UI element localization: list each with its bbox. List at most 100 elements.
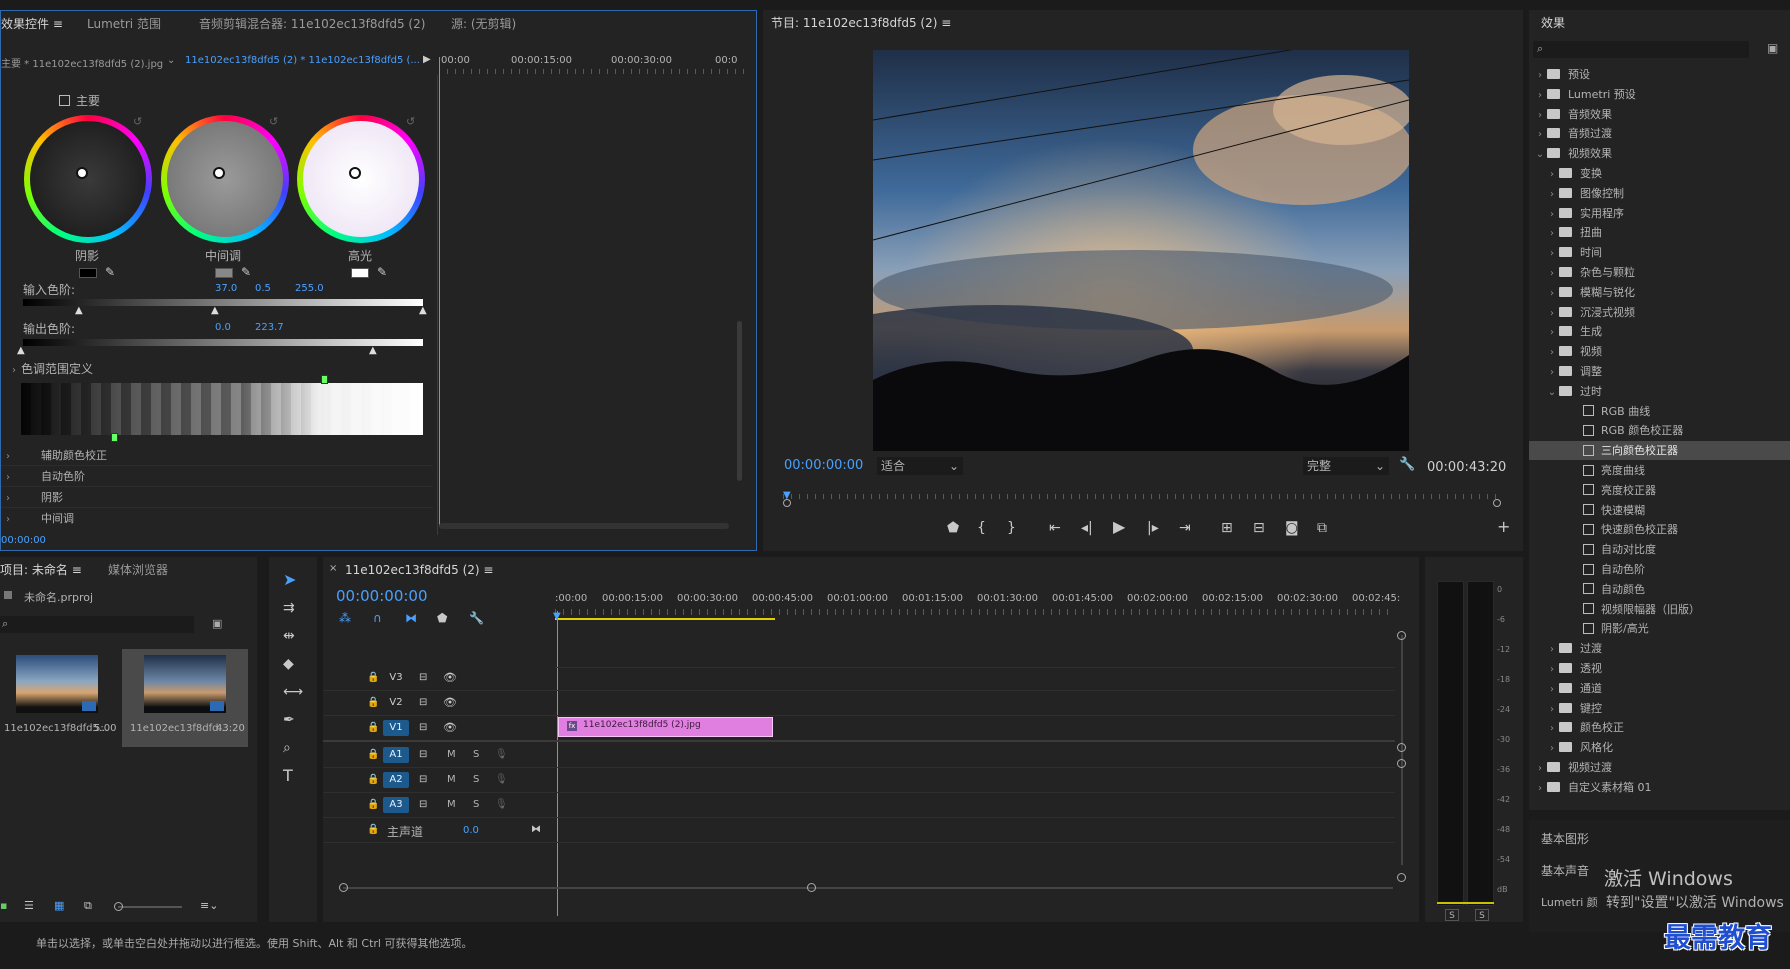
chevron-right-icon[interactable]: › — [1, 489, 15, 509]
comparison-view-icon[interactable]: ⧉ — [1317, 521, 1327, 535]
effects-search-field[interactable] — [1533, 41, 1749, 58]
master-checkbox[interactable] — [59, 95, 70, 106]
chevron-right-icon[interactable]: › — [1545, 719, 1559, 738]
lock-icon[interactable]: 🔒 — [367, 721, 379, 735]
chevron-right-icon[interactable]: › — [1545, 363, 1559, 382]
lift-icon[interactable]: ⊞ — [1221, 521, 1233, 535]
effects-tree-item[interactable]: › 视频 — [1529, 342, 1790, 361]
chevron-right-icon[interactable]: › — [1545, 343, 1559, 362]
razor-tool-icon[interactable]: ◆ — [283, 657, 294, 671]
chevron-down-icon[interactable]: ⌄ — [1533, 145, 1547, 164]
effects-tree-item[interactable]: › 实用程序 — [1529, 204, 1790, 223]
chevron-right-icon[interactable]: › — [1545, 304, 1559, 323]
list-view-icon[interactable]: ☰ — [24, 899, 34, 913]
add-marker-icon[interactable]: ⬟ — [947, 521, 959, 535]
project-item[interactable]: 11e102ec13f8dfd5... 5:00 — [0, 649, 116, 747]
sync-lock-icon[interactable]: ⊟ — [419, 773, 427, 787]
find-icon[interactable]: ▣ — [212, 617, 222, 630]
effects-tree-item[interactable]: ⌄ 视频效果 — [1529, 144, 1790, 163]
eye-icon[interactable]: 👁 — [443, 671, 457, 685]
effects-tree-item[interactable]: RGB 曲线 — [1529, 402, 1790, 421]
selection-tool-icon[interactable]: ➤ — [283, 572, 296, 588]
track-label[interactable]: V1 — [383, 720, 409, 736]
chevron-right-icon[interactable]: › — [1, 468, 15, 488]
reset-icon[interactable]: ↺ — [269, 115, 278, 128]
wheel-center-handle[interactable] — [76, 167, 88, 179]
lock-icon[interactable]: 🔒 — [367, 773, 379, 787]
add-marker-icon[interactable]: ⬟ — [437, 611, 447, 625]
lock-icon[interactable]: ▪ — [0, 899, 7, 913]
tab-project[interactable]: 项目: 未命名 ≡ — [0, 557, 82, 583]
timeline-clip[interactable]: fx 11e102ec13f8dfd5 (2).jpg — [558, 717, 773, 737]
input-black-value[interactable]: 37.0 — [215, 283, 237, 294]
master-volume-value[interactable]: 0.0 — [463, 825, 479, 836]
sync-lock-icon[interactable]: ⊟ — [419, 798, 427, 812]
tonal-range-preview[interactable] — [21, 383, 423, 435]
mic-icon[interactable]: 🎙 — [495, 773, 508, 787]
go-to-in-icon[interactable]: ⇤ — [1049, 521, 1061, 535]
effects-tree-item[interactable]: › 沉浸式视频 — [1529, 303, 1790, 322]
track-label[interactable]: A2 — [383, 772, 409, 788]
chevron-right-icon[interactable]: › — [1533, 106, 1547, 125]
effects-tree-item[interactable]: › Lumetri 预设 — [1529, 85, 1790, 104]
snap-icon[interactable]: ∩ — [373, 611, 382, 625]
track-label[interactable]: V3 — [383, 670, 409, 686]
effects-tree-item[interactable]: 阴影/高光 — [1529, 619, 1790, 638]
timeline-timecode[interactable]: 00:00:00:00 — [336, 587, 428, 605]
go-to-end-icon[interactable]: ⧓ — [531, 823, 541, 837]
eyedropper-icon[interactable]: ✎ — [105, 265, 115, 279]
slip-tool-icon[interactable]: ⟷ — [283, 685, 303, 699]
timeline-hscroll[interactable] — [343, 887, 1393, 889]
program-current-timecode[interactable]: 00:00:00:00 — [784, 458, 863, 473]
effect-scrollbar[interactable] — [737, 321, 742, 481]
panel-menu-icon[interactable]: ≡ — [483, 563, 493, 577]
sync-lock-icon[interactable]: ⊟ — [419, 721, 427, 735]
panel-menu-icon[interactable]: ≡ — [941, 16, 951, 30]
sort-icon[interactable]: ≡⌄ — [200, 899, 218, 913]
chevron-right-icon[interactable]: › — [1533, 66, 1547, 85]
type-tool-icon[interactable]: T — [283, 768, 293, 784]
tab-audio-clip-mixer[interactable]: 音频剪辑混合器: 11e102ec13f8dfd5 (2) — [199, 11, 425, 37]
scroll-handle[interactable] — [1397, 743, 1406, 752]
chevron-right-icon[interactable]: › — [1533, 125, 1547, 144]
effects-tree-item[interactable]: › 透视 — [1529, 659, 1790, 678]
panel-menu-icon[interactable]: ≡ — [72, 563, 82, 577]
effects-tree-item[interactable]: ⌄ 过时 — [1529, 382, 1790, 401]
effects-tree-item[interactable]: › 自定义素材箱 01 — [1529, 778, 1790, 797]
play-only-icon[interactable]: ▶ — [423, 54, 431, 65]
wheel-center-handle[interactable] — [213, 167, 225, 179]
mic-icon[interactable]: 🎙 — [495, 748, 508, 762]
chevron-right-icon[interactable]: › — [1533, 86, 1547, 105]
section-midtones[interactable]: › 中间调 — [1, 509, 433, 529]
effect-playhead[interactable] — [439, 57, 440, 527]
effects-tree-item[interactable]: › 视频过渡 — [1529, 758, 1790, 777]
sequence-clip-label[interactable]: 11e102ec13f8dfd5 (2) * 11e102ec13f8dfd5 … — [185, 55, 420, 66]
chevron-right-icon[interactable]: › — [1, 447, 15, 467]
tab-lumetri-scopes[interactable]: Lumetri 范围 — [87, 11, 161, 37]
effects-tree-item[interactable]: › 音频效果 — [1529, 105, 1790, 124]
tab-effect-controls[interactable]: 效果控件 ≡ — [1, 11, 63, 37]
track-label[interactable]: A1 — [383, 747, 409, 763]
lock-icon[interactable]: 🔒 — [367, 798, 379, 812]
track-label[interactable]: V2 — [383, 695, 409, 711]
scroll-handle[interactable] — [1397, 873, 1406, 882]
slider-handle[interactable]: ▲ — [369, 345, 377, 356]
solo-button[interactable]: S — [473, 799, 479, 810]
effects-tree-item[interactable]: › 风格化 — [1529, 738, 1790, 757]
quality-dropdown[interactable]: 完整 ⌄ — [1303, 457, 1389, 475]
effects-tree-item[interactable]: › 变换 — [1529, 164, 1790, 183]
panel-essential-graphics[interactable]: 基本图形 — [1541, 830, 1589, 847]
chevron-right-icon[interactable]: › — [1545, 284, 1559, 303]
effects-tree-item[interactable]: 自动对比度 — [1529, 540, 1790, 559]
tab-source[interactable]: 源: (无剪辑) — [451, 11, 516, 37]
chevron-right-icon[interactable]: › — [1545, 244, 1559, 263]
effects-tree-item[interactable]: RGB 颜色校正器 — [1529, 421, 1790, 440]
effects-tree-item[interactable]: › 过渡 — [1529, 639, 1790, 658]
effect-ruler[interactable]: 00:00 00:00:15:00 00:00:30:00 00:0 — [439, 51, 744, 75]
effects-tree-item[interactable]: 自动颜色 — [1529, 580, 1790, 599]
step-forward-icon[interactable]: |▸ — [1147, 521, 1159, 535]
eyedropper-icon[interactable]: ✎ — [241, 265, 251, 279]
effects-tree-item[interactable]: 亮度曲线 — [1529, 461, 1790, 480]
export-frame-icon[interactable]: ◙ — [1285, 521, 1299, 535]
reset-icon[interactable]: ↺ — [406, 115, 415, 128]
